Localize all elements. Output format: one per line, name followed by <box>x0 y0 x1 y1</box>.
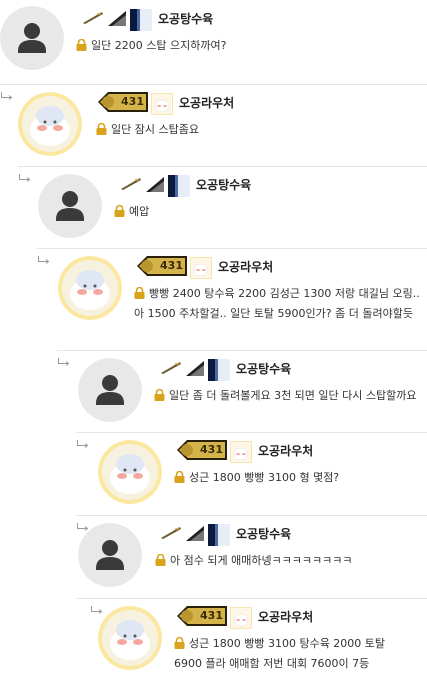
default-avatar-icon[interactable] <box>78 523 142 587</box>
comment-author[interactable]: 오공탕수육 <box>158 10 213 27</box>
comment-header: 오공탕수육 <box>82 6 213 31</box>
rank-badge-icon <box>151 93 173 115</box>
divider <box>37 248 427 249</box>
rank-badge-icon <box>230 441 252 463</box>
comment-text: 일단 좀 더 돌려볼게요 3천 되면 일단 다시 스탑할까요 <box>154 386 427 406</box>
level-number: 431 <box>160 259 183 272</box>
rank-badge-icon <box>185 359 205 377</box>
level-number: 431 <box>200 609 223 622</box>
comment-body: 예압 <box>129 205 150 218</box>
comment-body: 성근 1800 빵빵 3100 형 몇점? <box>189 471 340 484</box>
level-number: 431 <box>200 443 223 456</box>
lock-icon <box>155 554 166 566</box>
reply-arrow-icon <box>0 92 14 102</box>
comment-item: 오공탕수육 일단 좀 더 돌려볼게요 3천 되면 일단 다시 스탑할까요 <box>57 350 427 432</box>
comment-line: 성근 1800 빵빵 3100 탕수육 2000 토탈 <box>174 634 427 654</box>
comment-text: 일단 2200 스탑 으지하까여? <box>76 36 427 56</box>
comment-line: 아 1500 주차할걸.. 일단 토탈 5900인가? 좀 더 돌려야할듯 <box>134 307 413 320</box>
divider <box>76 515 427 516</box>
default-avatar-icon[interactable] <box>78 358 142 422</box>
comment-author[interactable]: 오공탕수육 <box>196 176 251 193</box>
lock-icon <box>114 205 125 217</box>
rank-badge-icon <box>160 524 182 542</box>
level-badge-icon: 431 <box>177 440 227 460</box>
rank-badge-icon <box>208 524 230 546</box>
rank-badge-icon <box>185 524 205 542</box>
comment-author[interactable]: 오공라우처 <box>258 608 313 625</box>
comment-author[interactable]: 오공라우처 <box>218 258 273 275</box>
level-badge-icon: 431 <box>98 92 148 112</box>
comment-body: 일단 2200 스탑 으지하까여? <box>91 39 227 52</box>
rank-badge-icon <box>160 359 182 377</box>
comment-item: 오공탕수육 예압 <box>18 166 427 248</box>
comment-text: 성근 1800 빵빵 3100 형 몇점? <box>174 468 427 488</box>
comment-item: 431 오공라우처 일단 잠시 스탑좀요 <box>0 84 427 166</box>
divider <box>57 350 427 351</box>
lock-icon <box>76 39 87 51</box>
comment-item: 431 오공라우처 성근 1800 빵빵 3100 형 몇점? <box>76 432 427 514</box>
comment-text: 예압 <box>114 202 427 222</box>
rank-badge-icon <box>120 175 142 193</box>
rank-badge-icon <box>82 9 104 27</box>
lock-icon <box>174 637 185 649</box>
reply-arrow-icon <box>57 358 71 368</box>
reply-arrow-icon <box>37 256 51 266</box>
comment-header: 오공탕수육 <box>120 172 251 197</box>
rank-badge-icon <box>230 607 252 629</box>
comment-item: 431 오공라우처 성근 1800 빵빵 3100 탕수육 2000 토탈 69… <box>76 598 427 680</box>
level-badge-icon: 431 <box>177 606 227 626</box>
rank-badge-icon <box>190 257 212 279</box>
comment-header: 431 오공라우처 <box>177 604 313 629</box>
rank-badge-icon <box>145 175 165 193</box>
divider <box>76 598 427 599</box>
comment-line: 빵빵 2400 탕수육 2200 김성근 1300 저랑 대길님 오링.. <box>134 284 427 304</box>
comment-body: 성근 1800 빵빵 3100 탕수육 2000 토탈 <box>189 637 386 650</box>
reply-arrow-icon <box>18 174 32 184</box>
comment-text: 아 점수 되게 애매하넹ㅋㅋㅋㅋㅋㅋㅋㅋ <box>155 551 427 571</box>
comment-header: 431 오공라우처 <box>137 254 273 279</box>
comment-body: 빵빵 2400 탕수육 2200 김성근 1300 저랑 대길님 오링.. <box>149 287 420 300</box>
user-avatar[interactable] <box>18 92 82 156</box>
rank-badge-icon <box>107 9 127 27</box>
level-badge-icon: 431 <box>137 256 187 276</box>
comment-body: 일단 잠시 스탑좀요 <box>111 123 199 136</box>
default-avatar-icon[interactable] <box>0 6 64 70</box>
comment-header: 오공탕수육 <box>160 356 291 381</box>
default-avatar-icon[interactable] <box>38 174 102 238</box>
rank-badge-icon <box>130 9 152 31</box>
comment-header: 오공탕수육 <box>160 521 291 546</box>
reply-arrow-icon <box>76 440 90 450</box>
comment-header: 431 오공라우처 <box>98 90 234 115</box>
comment-author[interactable]: 오공라우처 <box>258 442 313 459</box>
divider <box>0 84 427 85</box>
comment-text: 빵빵 2400 탕수육 2200 김성근 1300 저랑 대길님 오링.. 아 … <box>134 284 427 324</box>
comment-body: 일단 좀 더 돌려볼게요 3천 되면 일단 다시 스탑할까요 <box>169 389 417 402</box>
comment-author[interactable]: 오공탕수육 <box>236 360 291 377</box>
comment-body: 아 점수 되게 애매하넹ㅋㅋㅋㅋㅋㅋㅋㅋ <box>170 554 353 567</box>
comment-author[interactable]: 오공탕수육 <box>236 525 291 542</box>
reply-arrow-icon <box>90 606 104 616</box>
rank-badge-icon <box>208 359 230 381</box>
lock-icon <box>154 389 165 401</box>
lock-icon <box>96 123 107 135</box>
comment-text: 일단 잠시 스탑좀요 <box>96 120 427 140</box>
comment-author[interactable]: 오공라우처 <box>179 94 234 111</box>
comment-line: 6900 플라 애매함 저번 대회 7600이 7등 <box>174 657 370 670</box>
comment-header: 431 오공라우처 <box>177 438 313 463</box>
comment-item: 오공탕수육 아 점수 되게 애매하넹ㅋㅋㅋㅋㅋㅋㅋㅋ <box>76 515 427 597</box>
level-number: 431 <box>121 95 144 108</box>
divider <box>18 166 427 167</box>
comment-item: 오공탕수육 일단 2200 스탑 으지하까여? <box>0 0 427 82</box>
rank-badge-icon <box>168 175 190 197</box>
user-avatar[interactable] <box>58 256 122 320</box>
lock-icon <box>174 471 185 483</box>
user-avatar[interactable] <box>98 606 162 670</box>
lock-icon <box>134 287 145 299</box>
divider <box>76 432 427 433</box>
comment-item: 431 오공라우처 빵빵 2400 탕수육 2200 김성근 1300 저랑 대… <box>37 248 427 330</box>
user-avatar[interactable] <box>98 440 162 504</box>
comment-text: 성근 1800 빵빵 3100 탕수육 2000 토탈 6900 플라 애매함 … <box>174 634 427 674</box>
